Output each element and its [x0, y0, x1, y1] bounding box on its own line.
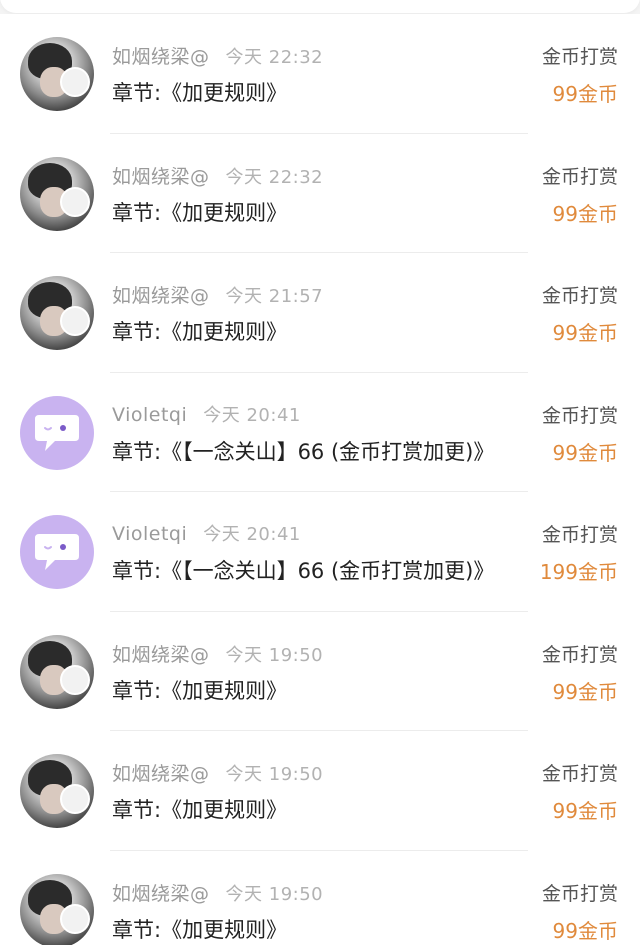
- reward-type: 金币打赏: [541, 763, 618, 785]
- reward-time: 今天 22:32: [225, 47, 324, 68]
- user-avatar[interactable]: [20, 37, 94, 111]
- reward-type: 金币打赏: [541, 524, 618, 546]
- reward-time: 今天 19:50: [225, 644, 324, 666]
- chapter-title: 章节:《【一念关山】66 (金币打赏加更)》: [112, 439, 495, 464]
- reward-amount: 99金币: [552, 440, 618, 465]
- chapter-title: 章节:《【一念关山】66 (金币打赏加更)》: [112, 559, 495, 583]
- reward-time: 今天 19:50: [225, 883, 324, 905]
- reward-amount: 99金币: [552, 82, 618, 106]
- user-avatar[interactable]: [20, 395, 94, 470]
- reward-time: 今天 20:41: [203, 404, 301, 426]
- user-name[interactable]: Violetqi: [112, 404, 187, 426]
- reward-amount: 99金币: [552, 799, 618, 823]
- reward-amount: 99金币: [552, 321, 618, 345]
- user-avatar[interactable]: [20, 873, 94, 945]
- user-avatar[interactable]: [20, 634, 94, 709]
- reward-type: 金币打赏: [541, 46, 618, 68]
- chapter-title: 章节:《加更规则》: [112, 81, 288, 105]
- reward-time: 今天 21:57: [225, 286, 324, 307]
- reward-type: 金币打赏: [541, 285, 618, 307]
- reward-amount: 99金币: [552, 201, 618, 226]
- user-name[interactable]: 如烟绕梁@: [112, 883, 210, 905]
- reward-list: 如烟绕梁@ 今天 22:32 章节:《加更规则》 金币打赏 99金币 如烟绕梁@ 今…: [0, 14, 640, 945]
- chapter-title: 章节:《加更规则》: [112, 678, 288, 703]
- chapter-title: 章节:《加更规则》: [112, 917, 288, 942]
- reward-row[interactable]: 如烟绕梁@ 今天 22:32 章节:《加更规则》 金币打赏 99金币: [0, 14, 640, 134]
- reward-row[interactable]: Violetqi 今天 20:41 章节:《【一念关山】66 (金币打赏加更)》 …: [0, 492, 640, 612]
- user-avatar[interactable]: [20, 156, 94, 231]
- user-avatar[interactable]: [20, 276, 94, 350]
- user-name[interactable]: 如烟绕梁@: [112, 763, 210, 785]
- reward-type: 金币打赏: [541, 643, 618, 666]
- reward-row[interactable]: 如烟绕梁@ 今天 22:32 章节:《加更规则》 金币打赏 99金币: [0, 134, 640, 253]
- reward-row[interactable]: Violetqi 今天 20:41 章节:《【一念关山】66 (金币打赏加更)》 …: [0, 373, 640, 492]
- reward-row[interactable]: 如烟绕梁@ 今天 19:50 章节:《加更规则》 金币打赏 99金币: [0, 851, 640, 945]
- reward-amount: 199金币: [539, 560, 618, 584]
- chapter-title: 章节:《加更规则》: [112, 798, 288, 822]
- reward-type: 金币打赏: [541, 882, 618, 905]
- user-name[interactable]: 如烟绕梁@: [112, 166, 210, 188]
- reward-records-page: 如烟绕梁@ 今天 22:32 章节:《加更规则》 金币打赏 99金币 如烟绕梁@ 今…: [0, 0, 640, 945]
- reward-row[interactable]: 如烟绕梁@ 今天 19:50 章节:《加更规则》 金币打赏 99金币: [0, 731, 640, 851]
- user-name[interactable]: 如烟绕梁@: [112, 644, 210, 666]
- reward-time: 今天 22:32: [225, 166, 324, 188]
- reward-type: 金币打赏: [541, 404, 618, 427]
- user-name[interactable]: Violetqi: [112, 523, 187, 545]
- user-avatar[interactable]: [20, 754, 94, 828]
- top-card: [0, 0, 640, 13]
- user-name[interactable]: 如烟绕梁@: [112, 285, 210, 307]
- user-name[interactable]: 如烟绕梁@: [112, 46, 210, 68]
- chapter-title: 章节:《加更规则》: [112, 320, 288, 344]
- reward-amount: 99金币: [552, 679, 618, 704]
- chat-bubble-icon: [35, 534, 79, 570]
- reward-type: 金币打赏: [541, 165, 618, 188]
- reward-amount: 99金币: [552, 918, 618, 943]
- reward-time: 今天 20:41: [203, 524, 301, 545]
- user-avatar[interactable]: [20, 515, 94, 589]
- chat-bubble-icon: [35, 414, 79, 451]
- reward-row[interactable]: 如烟绕梁@ 今天 19:50 章节:《加更规则》 金币打赏 99金币: [0, 612, 640, 731]
- reward-time: 今天 19:50: [225, 764, 324, 785]
- chapter-title: 章节:《加更规则》: [112, 200, 288, 225]
- reward-row[interactable]: 如烟绕梁@ 今天 21:57 章节:《加更规则》 金币打赏 99金币: [0, 253, 640, 373]
